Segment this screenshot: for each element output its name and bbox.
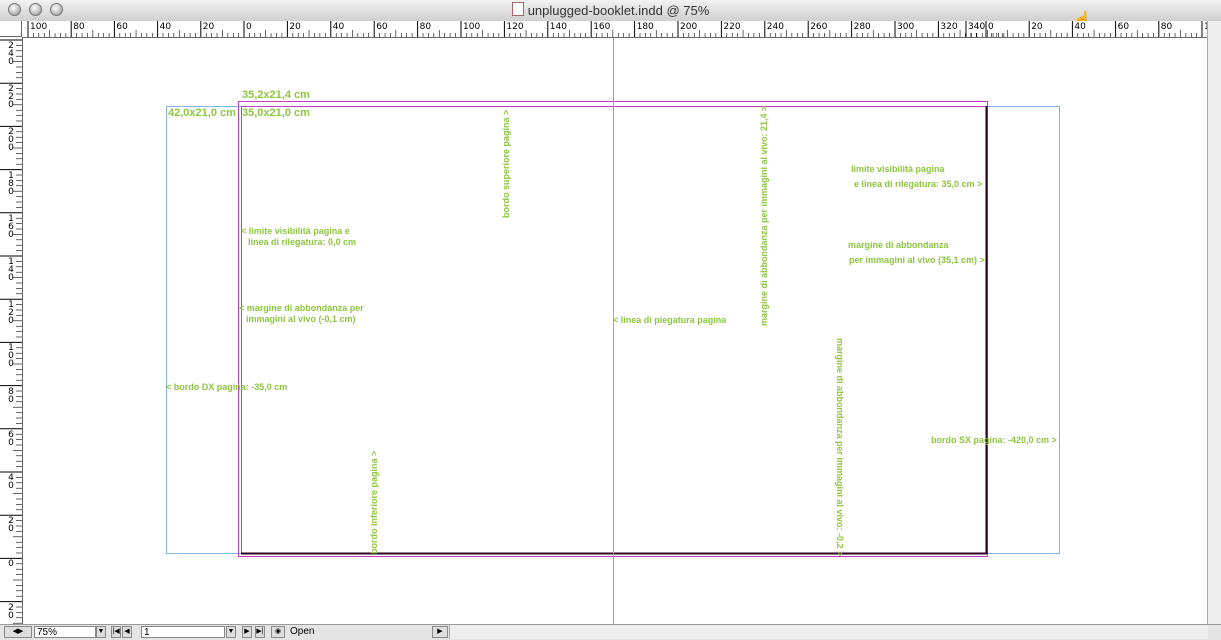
label-bordo-inferiore: bordo inferiore pagina > — [369, 450, 379, 554]
ruler-label: 60 — [8, 429, 14, 448]
zoom-dropdown-icon[interactable]: ▼ — [96, 626, 106, 638]
ruler-label: 280 — [853, 22, 871, 32]
ruler-label: 20 — [8, 602, 14, 621]
ruler-label: 100 — [463, 22, 481, 32]
ruler-label: 40 — [8, 473, 14, 491]
label-dim-top: 35,2x21,4 cm — [242, 89, 310, 101]
vertical-ruler-ticks — [0, 39, 22, 624]
label-dim-outer: 42,0x21,0 cm — [168, 107, 236, 119]
ruler-label: 40 — [1074, 22, 1086, 32]
horizontal-scrollbar[interactable] — [449, 625, 1208, 639]
document-status: Open — [290, 626, 315, 637]
page-field[interactable]: 1 — [141, 626, 225, 638]
indesign-document-icon — [511, 2, 524, 16]
ruler-label: 240 — [8, 41, 14, 67]
ruler-label: 140 — [8, 257, 14, 283]
next-page-icon[interactable]: ▶ — [242, 626, 252, 638]
ruler-label: 120 — [506, 22, 524, 32]
horizontal-ruler-ticks — [27, 21, 1203, 37]
ruler-label: 20 — [1031, 22, 1043, 32]
window-title-text: unplugged-booklet.indd @ 75% — [527, 3, 710, 18]
label-bordo-sx: bordo SX pagina: -420,0 cm > — [931, 435, 1057, 445]
ruler-label: 200 — [680, 22, 698, 32]
status-menu-icon[interactable]: ▶ — [432, 626, 448, 638]
ruler-label: 0 — [246, 22, 252, 32]
ruler-label: 80 — [1160, 22, 1173, 32]
document-statusbar: ◀▶ 75% ▼ |◀ ◀ 1 ▼ ▶ ▶| ◉ Open ▶ — [0, 624, 1221, 640]
ruler-label: 80 — [8, 386, 14, 405]
label-margine-bottom-vertical: margine di abbondanza per immagini al vi… — [835, 338, 845, 557]
ruler-label: 60 — [116, 22, 128, 32]
first-page-icon[interactable]: |◀ — [111, 626, 121, 638]
ruler-label: 80 — [419, 22, 432, 32]
label-margine-top-vertical: margine di abbondanza per immagini al vi… — [759, 105, 769, 326]
ruler-label: 240 — [766, 22, 784, 32]
ruler-label: 20 — [289, 22, 301, 32]
label-dim-page: 35,0x21,0 cm — [242, 107, 310, 119]
label-limite-right-1: limite visibilità pagina — [851, 164, 945, 174]
ruler-label: 0 — [8, 559, 14, 570]
ruler-label: 0 — [988, 22, 994, 32]
ruler-label: 20 — [202, 22, 215, 32]
vertical-ruler[interactable]: 24022020018016014012010080604020020 — [0, 37, 23, 624]
label-piegatura: < linea di piegatura pagina — [613, 315, 727, 325]
pasteboard-toggle-button[interactable]: ◀▶ — [4, 626, 32, 638]
ruler-origin-corner[interactable] — [0, 21, 22, 37]
vertical-scrollbar[interactable] — [1207, 21, 1221, 624]
ruler-label: 180 — [636, 22, 654, 32]
last-page-icon[interactable]: ▶| — [255, 626, 265, 638]
ruler-label: 140 — [549, 22, 567, 32]
ruler-label: 260 — [810, 22, 828, 32]
ruler-label: 100 — [8, 343, 14, 370]
ruler-label: 60 — [376, 22, 388, 32]
ruler-label: 100 — [30, 22, 48, 32]
ruler-label: 320 — [940, 22, 958, 32]
ruler-label: 20 — [8, 516, 14, 535]
label-limite-left-2: linea di rilegatura: 0,0 cm — [248, 237, 357, 247]
document-canvas[interactable]: 35,2x21,4 cm 42,0x21,0 cm 35,0x21,0 cm <… — [23, 38, 1207, 624]
ruler-label: 80 — [73, 22, 85, 32]
ruler-label: 300 — [897, 22, 915, 32]
label-margine-left-1: < margine di abbondanza per — [239, 303, 364, 313]
page-guides — [166, 38, 1060, 624]
ruler-label: 120 — [8, 300, 14, 327]
ruler-label: 40 — [332, 22, 345, 32]
ruler-label: 160 — [8, 213, 14, 240]
zoom-field[interactable]: 75% — [34, 626, 96, 638]
ruler-label: 220 — [8, 84, 14, 111]
ruler-label: 340 — [968, 22, 986, 32]
version-cue-icon[interactable]: ◉ — [271, 626, 285, 638]
ruler-label: 220 — [723, 22, 741, 32]
label-bordo-superiore: bordo superiore pagina > — [501, 109, 511, 218]
ruler-label: 200 — [8, 127, 14, 154]
ruler-label: 180 — [8, 170, 14, 197]
previous-page-icon[interactable]: ◀ — [122, 626, 132, 638]
ruler-label: 160 — [593, 22, 611, 32]
label-margine-right-2: per immagini al vivo (35,1 cm) > — [849, 255, 985, 265]
horizontal-ruler[interactable]: 100 80 60 40 20 0 20 40 60 80 100 120 140 160 180 200 22… — [22, 21, 1207, 38]
ruler-label: 40 — [159, 22, 172, 32]
label-limite-left-1: < limite visibilità pagina e — [241, 226, 350, 236]
ruler-label: 60 — [1117, 22, 1130, 32]
label-limite-right-2: e linea di rilegatura: 35,0 cm > — [854, 179, 983, 189]
window-title: unplugged-booklet.indd @ 75% — [0, 2, 1221, 18]
page-dropdown-icon[interactable]: ▼ — [226, 626, 236, 638]
label-margine-left-2: immagini al vivo (-0,1 cm) — [246, 314, 356, 324]
label-bordo-dx: < bordo DX pagina: -35,0 cm — [166, 382, 288, 392]
window-titlebar[interactable]: unplugged-booklet.indd @ 75% ☝ — [0, 0, 1221, 29]
label-margine-right-1: margine di abbondanza — [848, 240, 949, 250]
